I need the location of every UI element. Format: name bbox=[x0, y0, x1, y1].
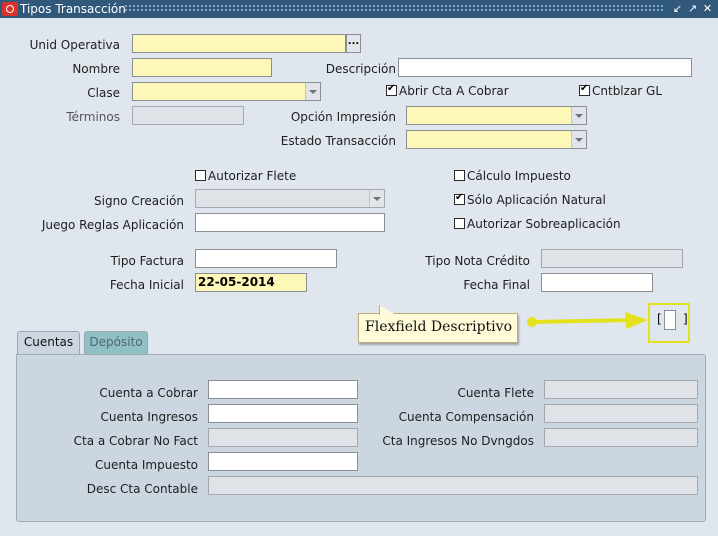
flexfield-bracket-close: ] bbox=[683, 312, 688, 326]
label-cuenta-impuesto: Cuenta Impuesto bbox=[95, 458, 198, 472]
label-estado-transaccion: Estado Transacción bbox=[280, 134, 396, 148]
cuenta-impuesto-field[interactable] bbox=[208, 452, 358, 471]
minimize-icon[interactable]: ↙ bbox=[671, 2, 684, 16]
calculo-impuesto-label: Cálculo Impuesto bbox=[467, 169, 571, 183]
descriptive-flexfield-button[interactable] bbox=[664, 310, 676, 330]
label-desc-cta-contable: Desc Cta Contable bbox=[86, 482, 198, 496]
label-terminos: Términos bbox=[66, 110, 120, 124]
flexfield-highlight-box: [ ] bbox=[648, 303, 690, 343]
solo-aplicacion-natural-checkbox[interactable]: Sólo Aplicación Natural bbox=[454, 192, 606, 207]
autorizar-flete-checkbox[interactable]: Autorizar Flete bbox=[195, 169, 296, 183]
label-tipo-factura: Tipo Factura bbox=[110, 254, 184, 268]
abrir-cta-cobrar-label: Abrir Cta A Cobrar bbox=[399, 84, 509, 98]
cuenta-compensacion-field[interactable] bbox=[544, 404, 698, 423]
label-fecha-final: Fecha Final bbox=[463, 278, 530, 292]
checkbox-checked-icon[interactable] bbox=[386, 83, 397, 96]
label-clase: Clase bbox=[87, 86, 120, 100]
label-cta-ingresos-no-dvngdos: Cta Ingresos No Dvngdos bbox=[382, 434, 534, 448]
label-cuenta-flete: Cuenta Flete bbox=[457, 386, 534, 400]
cuenta-a-cobrar-field[interactable] bbox=[208, 380, 358, 399]
terminos-field[interactable] bbox=[132, 106, 244, 125]
desc-cta-contable-field[interactable] bbox=[208, 476, 698, 495]
chevron-down-icon[interactable] bbox=[369, 190, 384, 207]
estado-transaccion-dropdown[interactable] bbox=[406, 130, 587, 149]
tab-cuentas[interactable]: Cuentas bbox=[17, 331, 80, 355]
cntblzar-gl-label: Cntblzar GL bbox=[592, 84, 663, 98]
opcion-impresion-dropdown[interactable] bbox=[406, 106, 587, 125]
chevron-down-icon[interactable] bbox=[305, 83, 320, 100]
chevron-down-icon[interactable] bbox=[571, 107, 586, 124]
label-fecha-inicial: Fecha Inicial bbox=[109, 278, 184, 292]
flexfield-bracket-open: [ bbox=[657, 312, 662, 326]
clase-dropdown[interactable] bbox=[132, 82, 321, 101]
oracle-logo-icon bbox=[2, 2, 18, 16]
checkbox-checked-icon[interactable] bbox=[454, 192, 465, 205]
calculo-impuesto-checkbox[interactable]: Cálculo Impuesto bbox=[454, 169, 571, 183]
checkbox-checked-icon[interactable] bbox=[579, 83, 590, 96]
autorizar-sobreaplicacion-checkbox[interactable]: Autorizar Sobreaplicación bbox=[454, 217, 621, 231]
label-cuenta-ingresos: Cuenta Ingresos bbox=[100, 410, 198, 424]
unid-operativa-field[interactable] bbox=[132, 34, 346, 53]
chevron-down-icon[interactable] bbox=[571, 131, 586, 148]
cuenta-flete-field[interactable] bbox=[544, 380, 698, 399]
title-bar-grip bbox=[124, 4, 664, 13]
label-cuenta-a-cobrar: Cuenta a Cobrar bbox=[99, 386, 198, 400]
flexfield-callout-text: Flexfield Descriptivo bbox=[365, 319, 512, 335]
descripcion-field[interactable] bbox=[398, 58, 692, 77]
cta-cobrar-no-fact-field[interactable] bbox=[208, 428, 358, 447]
label-cuenta-compensacion: Cuenta Compensación bbox=[398, 410, 534, 424]
label-nombre: Nombre bbox=[72, 62, 120, 76]
cntblzar-gl-checkbox[interactable]: Cntblzar GL bbox=[579, 83, 663, 98]
close-icon[interactable]: ✕ bbox=[701, 2, 714, 16]
flexfield-callout: Flexfield Descriptivo bbox=[358, 305, 518, 343]
label-descripcion: Descripción bbox=[325, 62, 396, 76]
autorizar-flete-label: Autorizar Flete bbox=[208, 169, 297, 183]
label-juego-reglas-aplicacion: Juego Reglas Aplicación bbox=[41, 218, 184, 232]
solo-aplicacion-natural-label: Sólo Aplicación Natural bbox=[467, 193, 606, 207]
label-cta-cobrar-no-fact: Cta a Cobrar No Fact bbox=[73, 434, 198, 448]
arrow-icon bbox=[527, 312, 648, 329]
unid-operativa-lov-button[interactable]: ... bbox=[346, 34, 361, 53]
juego-reglas-aplicacion-field[interactable] bbox=[195, 213, 385, 232]
label-opcion-impresion: Opción Impresión bbox=[290, 110, 396, 124]
maximize-icon[interactable]: ↗ bbox=[686, 2, 699, 16]
title-bar[interactable]: Tipos Transacción ↙ ↗ ✕ bbox=[0, 0, 718, 18]
abrir-cta-cobrar-checkbox[interactable]: Abrir Cta A Cobrar bbox=[386, 83, 509, 98]
label-unid-operativa: Unid Operativa bbox=[29, 38, 120, 52]
autorizar-sobreaplicacion-label: Autorizar Sobreaplicación bbox=[467, 217, 621, 231]
tipo-factura-field[interactable] bbox=[195, 249, 337, 268]
signo-creacion-dropdown[interactable] bbox=[195, 189, 385, 208]
label-tipo-nota-credito: Tipo Nota Crédito bbox=[425, 254, 530, 268]
callout-fold bbox=[379, 305, 396, 315]
fecha-final-field[interactable] bbox=[541, 273, 653, 292]
fecha-inicial-field[interactable]: 22-05-2014 bbox=[195, 273, 307, 292]
transaction-types-window: Tipos Transacción ↙ ↗ ✕ Unid Operativa .… bbox=[0, 0, 718, 536]
checkbox-unchecked-icon[interactable] bbox=[454, 170, 465, 181]
cuenta-ingresos-field[interactable] bbox=[208, 404, 358, 423]
cta-ingresos-no-dvngdos-field[interactable] bbox=[544, 428, 698, 447]
nombre-field[interactable] bbox=[132, 58, 272, 77]
tipo-nota-credito-field[interactable] bbox=[541, 249, 683, 268]
checkbox-unchecked-icon[interactable] bbox=[195, 170, 206, 181]
window-title: Tipos Transacción bbox=[20, 2, 126, 16]
checkbox-unchecked-icon[interactable] bbox=[454, 218, 465, 229]
label-signo-creacion: Signo Creación bbox=[94, 194, 184, 208]
tab-deposito[interactable]: Depósito bbox=[84, 331, 148, 354]
